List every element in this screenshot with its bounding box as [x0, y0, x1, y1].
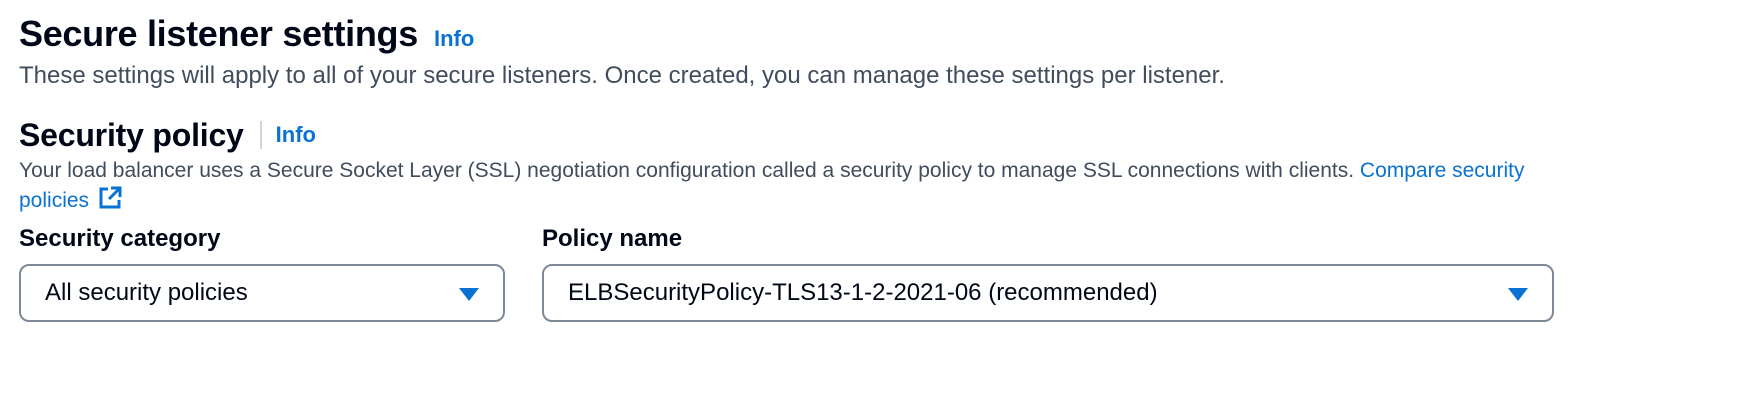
info-link[interactable]: Info	[434, 26, 474, 52]
security-policy-header: Security policy Info	[19, 114, 316, 156]
page-title: Secure listener settings	[19, 13, 418, 54]
section-description: These settings will apply to all of your…	[19, 62, 1225, 89]
policy-name-label: Policy name	[542, 225, 683, 252]
security-category-field: Security category All security policies	[19, 224, 505, 322]
external-link-icon[interactable]	[97, 185, 123, 219]
caret-down-icon	[459, 287, 479, 301]
security-category-label: Security category	[19, 225, 221, 252]
caret-down-icon	[1508, 287, 1528, 301]
divider	[259, 121, 262, 149]
secure-listener-header: Secure listener settings Info	[19, 12, 474, 56]
security-category-value: All security policies	[45, 279, 248, 306]
security-category-select[interactable]: All security policies	[19, 264, 505, 322]
policy-name-select[interactable]: ELBSecurityPolicy-TLS13-1-2-2021-06 (rec…	[542, 264, 1554, 322]
security-policy-description-text: Your load balancer uses a Secure Socket …	[19, 159, 1355, 182]
security-policy-info-link[interactable]: Info	[276, 122, 316, 148]
security-policy-description: Your load balancer uses a Secure Socket …	[19, 156, 1539, 219]
security-policy-title: Security policy	[19, 117, 244, 153]
policy-name-value: ELBSecurityPolicy-TLS13-1-2-2021-06 (rec…	[568, 279, 1158, 306]
policy-name-field: Policy name ELBSecurityPolicy-TLS13-1-2-…	[542, 224, 1554, 322]
